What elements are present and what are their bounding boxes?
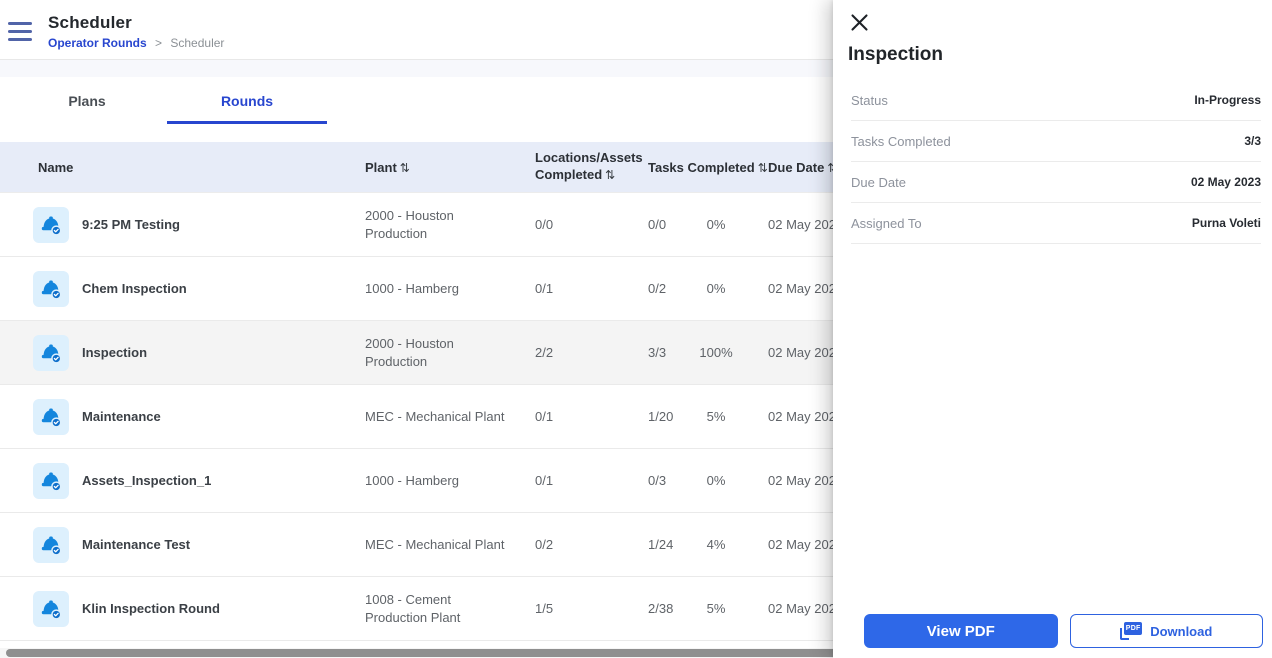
sort-icon[interactable]: ⇅ xyxy=(605,168,615,182)
page-title: Scheduler xyxy=(48,13,132,32)
round-name-cell: Inspection xyxy=(0,334,365,371)
title-block: Scheduler Operator Rounds > Scheduler xyxy=(48,13,224,50)
round-name-cell: Assets_Inspection_1 xyxy=(0,462,365,499)
detail-panel: Inspection Status In-Progress Tasks Comp… xyxy=(833,0,1272,658)
view-pdf-button[interactable]: View PDF xyxy=(864,614,1058,648)
hard-hat-icon xyxy=(33,334,69,371)
round-name: Assets_Inspection_1 xyxy=(82,473,212,488)
tasks-completed-cell: 2/38 xyxy=(648,601,674,616)
tasks-percent-cell: 100% xyxy=(699,345,733,360)
locations-completed-cell: 2/2 xyxy=(535,345,554,360)
round-name: Inspection xyxy=(82,345,148,360)
tasks-completed-cell: 0/0 xyxy=(648,217,667,232)
round-name-cell: Maintenance xyxy=(0,398,365,435)
hard-hat-icon xyxy=(33,462,69,499)
tasks-completed-cell: 0/2 xyxy=(648,281,667,296)
plant-cell: 1000 - Hamberg xyxy=(365,472,459,488)
locations-completed-cell: 0/1 xyxy=(535,281,554,296)
plant-cell: MEC - Mechanical Plant xyxy=(365,408,505,424)
breadcrumb: Operator Rounds > Scheduler xyxy=(48,36,224,50)
hard-hat-icon xyxy=(33,590,69,627)
panel-field-label: Due Date xyxy=(851,174,906,190)
plant-cell: 1008 - Cement Production Plant xyxy=(365,591,461,625)
panel-title: Inspection xyxy=(848,44,944,65)
menu-icon[interactable] xyxy=(8,22,32,41)
tasks-completed-cell: 1/20 xyxy=(648,409,674,424)
locations-completed-cell: 0/2 xyxy=(535,537,554,552)
plant-cell: MEC - Mechanical Plant xyxy=(365,536,505,552)
round-name: Maintenance xyxy=(82,409,161,424)
tasks-completed-cell: 1/24 xyxy=(648,537,674,552)
scheduler-page: Scheduler Operator Rounds > Scheduler Pl… xyxy=(0,0,1272,658)
round-name-cell: Maintenance Test xyxy=(0,526,365,563)
locations-completed-cell: 0/0 xyxy=(535,217,554,232)
close-icon[interactable] xyxy=(847,10,871,34)
breadcrumb-current: Scheduler xyxy=(170,36,225,50)
panel-fields: Status In-Progress Tasks Completed 3/3 D… xyxy=(833,80,1272,244)
panel-field-value: 3/3 xyxy=(1244,134,1261,148)
plant-cell: 1000 - Hamberg xyxy=(365,280,459,296)
hard-hat-icon xyxy=(33,398,69,435)
round-name: Chem Inspection xyxy=(82,281,187,296)
tasks-percent-cell: 5% xyxy=(706,409,726,424)
panel-field-label: Status xyxy=(851,92,888,108)
tasks-completed-cell: 0/3 xyxy=(648,473,667,488)
round-name: Klin Inspection Round xyxy=(82,601,220,616)
download-button-label: Download xyxy=(1150,623,1213,639)
round-name-cell: 9:25 PM Testing xyxy=(0,206,365,243)
locations-completed-cell: 1/5 xyxy=(535,601,554,616)
column-header-tasks[interactable]: Tasks Completed ⇅ xyxy=(648,160,768,175)
locations-completed-cell: 0/1 xyxy=(535,409,554,424)
pdf-file-icon: PDF xyxy=(1120,622,1143,640)
tab-plans[interactable]: Plans xyxy=(7,77,167,124)
hard-hat-icon xyxy=(33,526,69,563)
tasks-percent-cell: 0% xyxy=(706,473,726,488)
plant-cell: 2000 - Houston Production xyxy=(365,335,454,369)
column-header-locations[interactable]: Locations/Assets Completed ⇅ xyxy=(535,150,648,184)
tasks-percent-cell: 5% xyxy=(706,601,726,616)
round-name: 9:25 PM Testing xyxy=(82,217,181,232)
plant-cell: 2000 - Houston Production xyxy=(365,207,454,241)
panel-field-label: Assigned To xyxy=(851,215,922,231)
hard-hat-icon xyxy=(33,206,69,243)
round-name-cell: Klin Inspection Round xyxy=(0,590,365,627)
hard-hat-icon xyxy=(33,270,69,307)
column-header-name[interactable]: Name xyxy=(0,160,365,175)
panel-field-row: Assigned To Purna Voleti xyxy=(851,203,1261,244)
panel-field-value: In-Progress xyxy=(1194,93,1261,107)
locations-completed-cell: 0/1 xyxy=(535,473,554,488)
tab-rounds[interactable]: Rounds xyxy=(167,77,327,124)
breadcrumb-parent-link[interactable]: Operator Rounds xyxy=(48,36,147,50)
panel-field-row: Due Date 02 May 2023 xyxy=(851,162,1261,203)
column-header-plant[interactable]: Plant ⇅ xyxy=(365,160,535,175)
panel-field-value: Purna Voleti xyxy=(1191,216,1261,230)
tasks-completed-cell: 3/3 xyxy=(648,345,667,360)
panel-field-row: Tasks Completed 3/3 xyxy=(851,121,1261,162)
download-button[interactable]: PDF Download xyxy=(1069,614,1263,648)
panel-field-label: Tasks Completed xyxy=(851,133,951,149)
round-name: Maintenance Test xyxy=(82,537,191,552)
panel-field-value: 02 May 2023 xyxy=(1190,175,1261,189)
panel-field-row: Status In-Progress xyxy=(851,80,1261,121)
round-name-cell: Chem Inspection xyxy=(0,270,365,307)
tasks-percent-cell: 0% xyxy=(706,217,726,232)
breadcrumb-separator: > xyxy=(155,36,163,50)
sort-icon[interactable]: ⇅ xyxy=(400,161,410,175)
panel-actions: View PDF PDF Download xyxy=(833,614,1272,648)
tasks-percent-cell: 0% xyxy=(706,281,726,296)
tasks-percent-cell: 4% xyxy=(706,537,726,552)
